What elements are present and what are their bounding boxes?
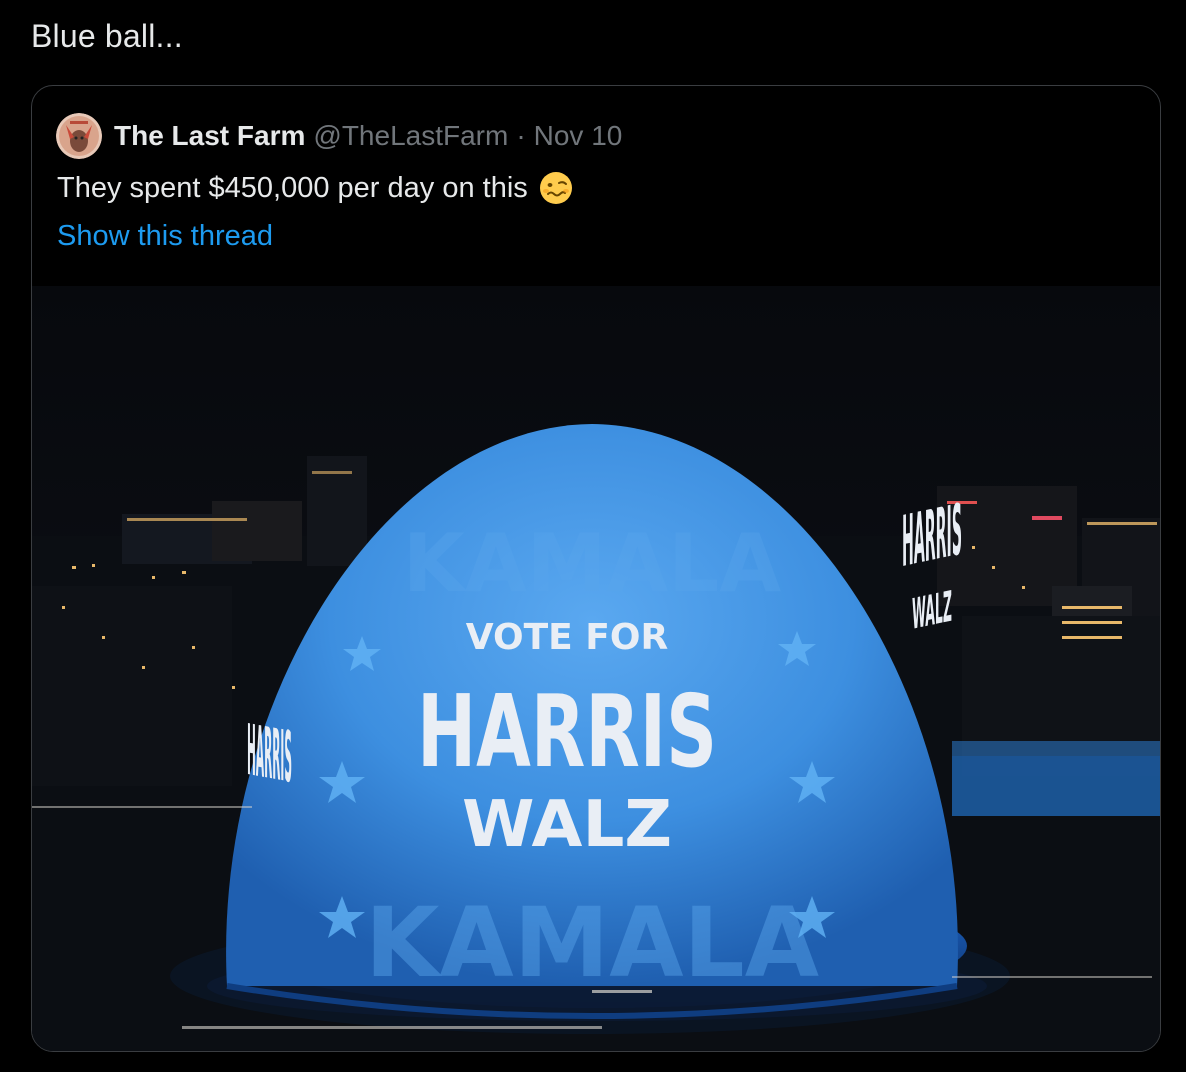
separator-dot: · <box>516 120 526 151</box>
sphere-background-word: KAMALA <box>365 887 819 999</box>
author-name[interactable]: The Last Farm <box>114 120 305 152</box>
tweet-media-image[interactable]: KAMALA KAMALA VOTE FOR HARRIS WALZ HARRI… <box>32 286 1160 1051</box>
woozy-face-icon <box>538 170 574 206</box>
tweet-date[interactable]: Nov 10 <box>534 120 623 152</box>
tweet-text: Blue ball... <box>31 18 183 54</box>
quoted-tweet-text-row: They spent $450,000 per day on this <box>57 168 574 208</box>
harris-text-edge-left: HARRIS <box>247 709 292 798</box>
harris-text-edge-right: HARRIS <box>902 488 962 583</box>
show-thread-link[interactable]: Show this thread <box>57 216 273 256</box>
walz-text: WALZ <box>462 788 672 862</box>
quoted-tweet-card[interactable]: The Last Farm @TheLastFarm · Nov 10 They… <box>31 85 1161 1052</box>
avatar[interactable] <box>56 113 102 159</box>
quoted-tweet-header: The Last Farm @TheLastFarm · Nov 10 <box>56 113 623 159</box>
author-handle[interactable]: @TheLastFarm <box>313 120 508 152</box>
sphere-background-word-top: KAMALA <box>403 517 781 610</box>
harris-text: HARRIS <box>417 673 717 790</box>
quoted-tweet-text: They spent $450,000 per day on this <box>57 172 528 204</box>
vote-for-text: VOTE FOR <box>466 617 668 658</box>
walz-text-edge-right: WALZ <box>912 583 952 640</box>
